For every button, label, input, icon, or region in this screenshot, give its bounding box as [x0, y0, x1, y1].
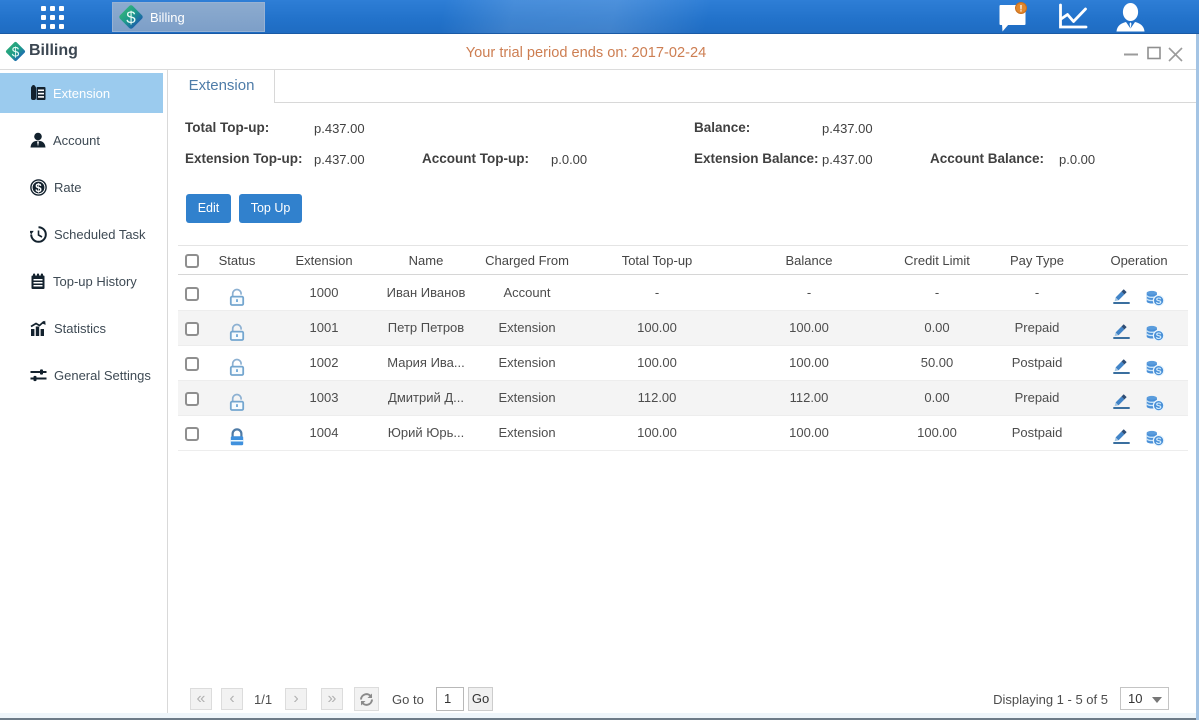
svg-text:S: S [1156, 331, 1162, 341]
svg-text:$: $ [35, 182, 42, 194]
svg-text:S: S [1156, 296, 1162, 306]
svg-text:!: ! [1020, 4, 1023, 14]
svg-text:S: S [1156, 366, 1162, 376]
svg-text:S: S [1156, 436, 1162, 446]
svg-text:S: S [1156, 401, 1162, 411]
svg-text:$: $ [126, 8, 136, 27]
